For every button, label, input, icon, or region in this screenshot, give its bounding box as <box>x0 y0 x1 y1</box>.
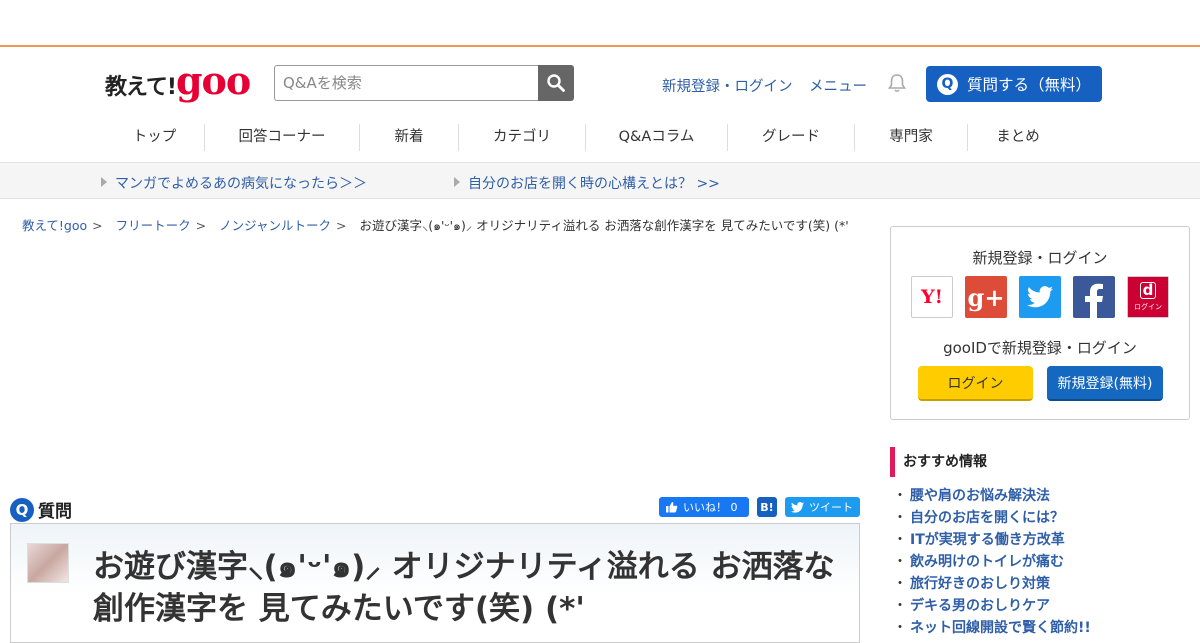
recommend-link: 旅行好きのおしり対策 <box>910 576 1050 592</box>
promo-link-shop[interactable]: 自分のお店を開く時の心構えとは？ >> <box>454 173 720 193</box>
breadcrumb: 教えて!goo > フリートーク > ノンジャンルトーク > お遊び漢字⸜(๑'ᵕ'๑… <box>22 215 849 236</box>
logo-goo: goo <box>175 58 251 103</box>
bullet-dot: ・ <box>893 598 907 614</box>
hatena-bookmark-button[interactable]: B! <box>757 497 777 517</box>
list-item[interactable]: ・ ITが実現する働き方改革 <box>893 529 1091 551</box>
nav-item-answer-corner[interactable]: 回答コーナー <box>205 124 360 151</box>
docomo-login-button[interactable]: d ログイン <box>1127 276 1169 318</box>
arrow-right-icon <box>454 177 460 187</box>
thumbs-up-icon <box>666 502 678 513</box>
bell-icon[interactable] <box>886 72 908 98</box>
breadcrumb-separator: > <box>335 218 347 233</box>
sidebar-login-box: 新規登録・ログイン Y! g+ d ログイン gooIDで新規登録・ログイン ロ… <box>890 226 1190 420</box>
site-header: 教えて! goo 新規登録・ログイン メニュー Q 質問する（無料） <box>0 47 1200 113</box>
site-logo[interactable]: 教えて! goo <box>105 58 251 103</box>
bullet-dot: ・ <box>893 620 907 636</box>
google-login-button[interactable]: g+ <box>965 276 1007 318</box>
logo-text: 教えて! <box>105 75 177 100</box>
login-box-title: 新規登録・ログイン <box>972 249 1108 267</box>
nav-item-top[interactable]: トップ <box>105 124 205 151</box>
twitter-icon <box>791 501 804 513</box>
facebook-icon <box>1085 283 1103 318</box>
sns-login-buttons: Y! g+ d ログイン <box>911 276 1169 318</box>
search-icon <box>547 74 565 92</box>
facebook-login-button[interactable] <box>1073 276 1115 318</box>
question-title: お遊び漢字⸜(๑'ᵕ'๑)⸝ オリジナリティ溢れる お洒落な創作漢字を 見てみた… <box>93 549 835 627</box>
top-ad-strip <box>0 0 1200 47</box>
google-plus-icon: g+ <box>967 282 1005 312</box>
avatar[interactable] <box>27 543 69 583</box>
question-card: お遊び漢字⸜(๑'ᵕ'๑)⸝ オリジナリティ溢れる お洒落な創作漢字を 見てみた… <box>10 523 860 643</box>
bullet-dot: ・ <box>893 488 907 504</box>
yahoo-icon: Y! <box>921 286 943 308</box>
nav-item-experts[interactable]: 専門家 <box>855 124 968 151</box>
ask-question-label: 質問する（無料） <box>967 76 1092 94</box>
global-nav: トップ 回答コーナー 新着 カテゴリ Q&Aコラム グレード 専門家 まとめ <box>0 113 1200 162</box>
question-icon: Q <box>937 73 958 95</box>
recommend-heading: おすすめ情報 <box>890 447 1190 477</box>
breadcrumb-separator: > <box>92 218 103 233</box>
question-icon: Q <box>10 497 34 522</box>
recommend-link: 自分のお店を開くには？ <box>910 510 1064 526</box>
list-item[interactable]: ・旅行好きのおしり対策 <box>893 573 1091 595</box>
bullet-dot: ・ <box>893 554 907 570</box>
search-bar <box>274 65 574 101</box>
yahoo-login-button[interactable]: Y! <box>911 276 953 318</box>
list-item[interactable]: ・ネット回線開設で賢く節約!! <box>893 617 1091 639</box>
recommend-link: ネット回線開設で賢く節約!! <box>910 620 1091 636</box>
breadcrumb-current: お遊び漢字⸜(๑'ᵕ'๑)⸝ オリジナリティ溢れる お洒落な創作漢字を 見てみた… <box>359 218 849 233</box>
twitter-login-button[interactable] <box>1019 276 1061 318</box>
recommend-list: ・腰や肩のお悩み解決法 ・自分のお店を開くには？ ・ ITが実現する働き方改革 ・… <box>893 485 1091 639</box>
arrow-right-icon <box>101 177 107 187</box>
list-item[interactable]: ・飲み明けのトイレが痛む <box>893 551 1091 573</box>
d-login-label: ログイン <box>1134 303 1162 311</box>
menu-link[interactable]: メニュー <box>809 75 867 96</box>
d-mark-label: d <box>1140 282 1156 299</box>
list-item[interactable]: ・自分のお店を開くには？ <box>893 507 1091 529</box>
breadcrumb-link-home[interactable]: 教えて!goo <box>22 218 87 233</box>
search-input[interactable] <box>274 65 538 101</box>
nav-item-grade[interactable]: グレード <box>728 124 855 151</box>
bullet-dot: ・ <box>893 532 907 548</box>
register-button[interactable]: 新規登録(無料) <box>1047 366 1163 401</box>
nav-item-category[interactable]: カテゴリ <box>459 124 586 151</box>
list-item[interactable]: ・腰や肩のお悩み解決法 <box>893 485 1091 507</box>
twitter-icon <box>1027 286 1053 308</box>
login-button[interactable]: ログイン <box>918 366 1033 401</box>
ask-question-button[interactable]: Q 質問する（無料） <box>926 66 1102 102</box>
promo-bar: マンガでよめるあの病気になったら＞＞ 自分のお店を開く時の心構えとは？ >> <box>0 162 1200 199</box>
recommend-link: ITが実現する働き方改革 <box>910 532 1065 548</box>
promo-link-label: マンガでよめるあの病気になったら＞＞ <box>115 176 367 192</box>
promo-link-manga[interactable]: マンガでよめるあの病気になったら＞＞ <box>101 173 367 193</box>
question-label: 質問 <box>38 502 72 522</box>
bullet-dot: ・ <box>893 510 907 526</box>
facebook-like-button[interactable]: いいね！ 0 <box>659 497 749 517</box>
like-count-label: いいね！ 0 <box>683 501 738 514</box>
question-heading: Q 質問 <box>10 497 72 522</box>
gooid-login-text: gooIDで新規登録・ログイン <box>943 339 1137 357</box>
recommend-link: デキる男のおしりケア <box>910 598 1050 614</box>
breadcrumb-separator: > <box>195 218 207 233</box>
list-item[interactable]: ・デキる男のおしりケア <box>893 595 1091 617</box>
tweet-label: ツイート <box>809 501 853 514</box>
recommend-link: 飲み明けのトイレが痛む <box>910 554 1064 570</box>
register-login-link[interactable]: 新規登録・ログイン <box>662 75 793 96</box>
breadcrumb-link-free-talk[interactable]: フリートーク <box>116 218 191 233</box>
nav-item-new[interactable]: 新着 <box>360 124 459 151</box>
breadcrumb-link-non-genre[interactable]: ノンジャンルトーク <box>219 218 331 233</box>
bullet-dot: ・ <box>893 576 907 592</box>
tweet-button[interactable]: ツイート <box>785 497 860 517</box>
d-account-icon: d ログイン <box>1128 277 1168 317</box>
recommend-link: 腰や肩のお悩み解決法 <box>910 488 1050 504</box>
search-button[interactable] <box>538 65 574 101</box>
nav-item-qa-column[interactable]: Q&Aコラム <box>586 124 728 151</box>
promo-link-label: 自分のお店を開く時の心構えとは？ >> <box>468 176 720 192</box>
nav-item-matome[interactable]: まとめ <box>968 124 1068 151</box>
